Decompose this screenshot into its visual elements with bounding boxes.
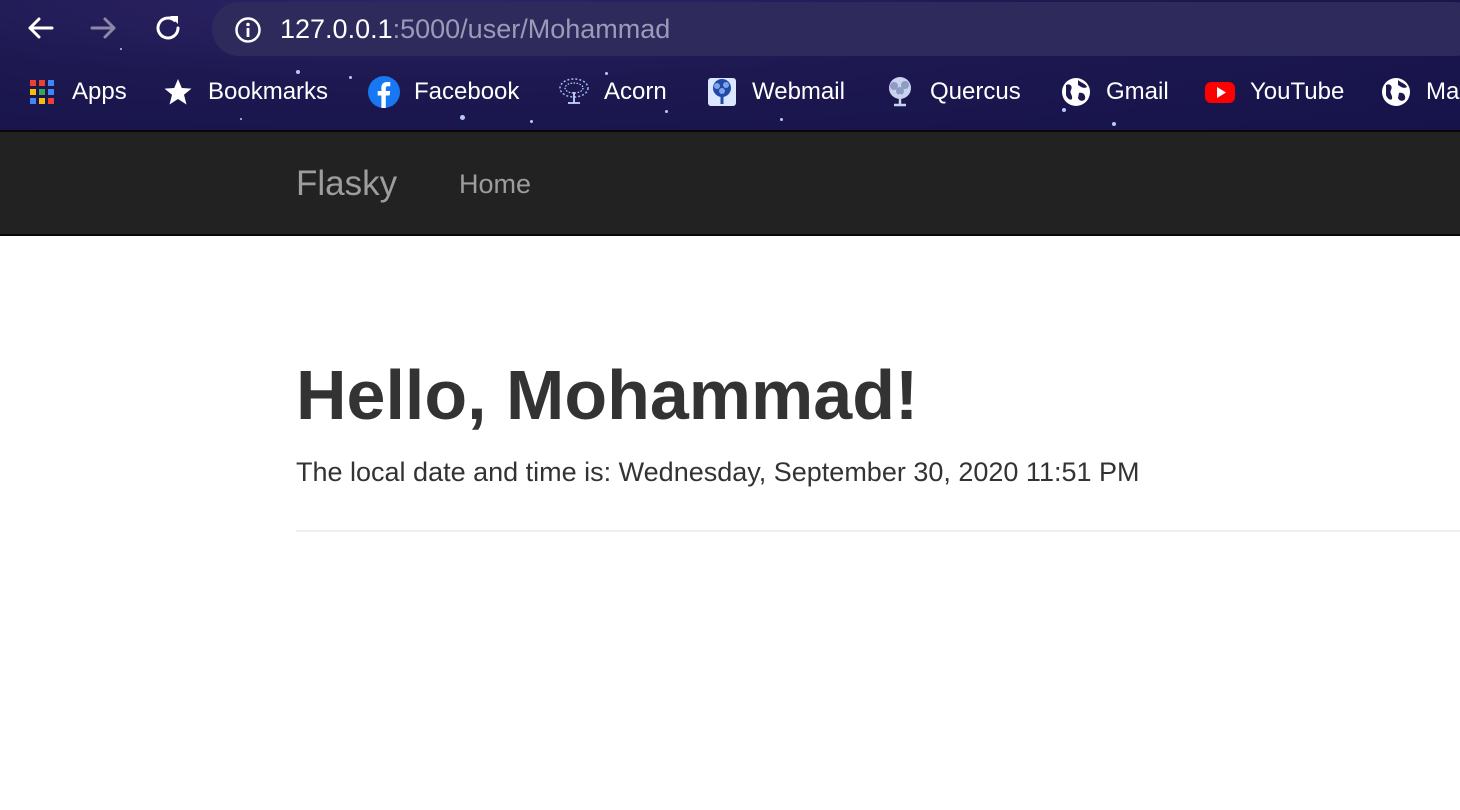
bookmark-facebook[interactable]: Facebook: [368, 68, 519, 116]
apps-grid-icon: [26, 76, 58, 108]
bookmark-label: Gmail: [1106, 78, 1169, 105]
local-datetime-text: The local date and time is: Wednesday, S…: [296, 457, 1140, 487]
star-icon: [162, 76, 194, 108]
quercus-icon: [884, 76, 916, 108]
page-heading: Hello, Mohammad!: [296, 356, 919, 434]
navbar: Flasky Home: [0, 130, 1460, 236]
bookmark-bookmarks[interactable]: Bookmarks: [162, 68, 328, 116]
bookmark-label: Quercus: [930, 78, 1021, 105]
url-path: :5000/user/Mohammad: [392, 14, 671, 44]
facebook-icon: [368, 76, 400, 108]
url-host: 127.0.0.1: [280, 14, 393, 44]
bookmark-gmail[interactable]: Gmail: [1060, 68, 1169, 116]
bookmark-label: Bookmarks: [208, 78, 329, 105]
webmail-icon: [706, 76, 738, 108]
bookmark-acorn[interactable]: Acorn: [558, 68, 667, 116]
header-divider: [296, 530, 1460, 532]
bookmark-label: Webmail: [752, 78, 845, 105]
bookmark-apps[interactable]: Apps: [26, 68, 127, 116]
bookmark-webmail[interactable]: Webmail: [706, 68, 845, 116]
bookmarks-bar: Apps Bookmarks Facebook Acorn Webmail Qu…: [0, 68, 1460, 116]
bookmark-youtube[interactable]: YouTube: [1204, 68, 1344, 116]
bookmark-quercus[interactable]: Quercus: [884, 68, 1021, 116]
browser-chrome: 127.0.0.1:5000/user/Mohammad Apps Bookma…: [0, 0, 1460, 130]
back-button[interactable]: [20, 8, 60, 48]
reload-icon: [156, 16, 180, 40]
bookmark-label: Ma: [1426, 78, 1460, 105]
globe-icon: [1060, 76, 1092, 108]
bookmark-maps[interactable]: Ma: [1380, 68, 1459, 116]
forward-button[interactable]: [84, 8, 124, 48]
youtube-icon: [1204, 76, 1236, 108]
bookmark-label: Apps: [72, 78, 127, 105]
bookmark-label: YouTube: [1250, 78, 1345, 105]
url-text[interactable]: 127.0.0.1:5000/user/Mohammad: [280, 14, 670, 44]
address-bar[interactable]: 127.0.0.1:5000/user/Mohammad: [212, 2, 1460, 56]
navbar-brand[interactable]: Flasky: [296, 164, 397, 204]
bookmark-label: Acorn: [604, 78, 667, 105]
reload-button[interactable]: [148, 8, 188, 48]
arrow-left-icon: [28, 17, 54, 39]
acorn-icon: [558, 76, 590, 108]
info-icon[interactable]: [234, 16, 262, 44]
bookmark-label: Facebook: [414, 78, 520, 105]
globe-icon: [1380, 76, 1412, 108]
nav-link-home[interactable]: Home: [459, 168, 531, 200]
arrow-right-icon: [90, 17, 116, 39]
